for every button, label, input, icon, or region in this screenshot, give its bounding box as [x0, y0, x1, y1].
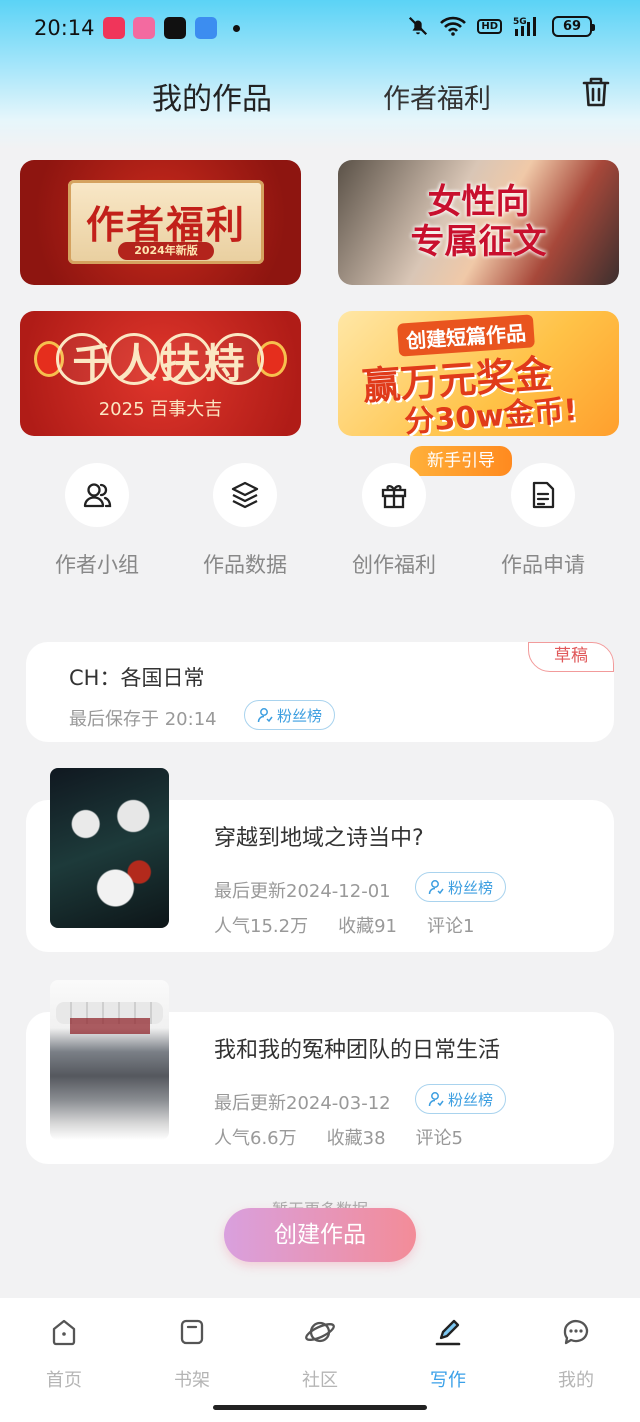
work-updated: 最后更新2024-12-01: [214, 881, 391, 902]
quick-action-circle: [511, 463, 575, 527]
banner-scroll-frame: 作者福利 2024年新版: [68, 180, 264, 264]
notification-dot-icon: [233, 25, 240, 32]
layers-icon: [231, 481, 259, 509]
quick-action-creation-welfare[interactable]: 创作福利: [334, 463, 454, 579]
draft-saved-time: 最后保存于 20:14: [69, 709, 217, 730]
mute-bell-icon: [409, 16, 428, 36]
fan-ranking-label: 粉丝榜: [448, 1090, 494, 1109]
signal-5g-icon: 5G: [513, 17, 536, 36]
work-title: 我和我的冤种团队的日常生活: [214, 1038, 501, 1063]
draft-badge: 草稿: [528, 642, 614, 672]
nav-label: 写作: [430, 1370, 466, 1391]
tab-my-works[interactable]: 我的作品: [152, 74, 272, 118]
banner-line2: 专属征文: [410, 222, 547, 262]
hd-indicator: HD: [477, 18, 502, 34]
chat-bubble-icon: [563, 1319, 589, 1345]
work-cover-image[interactable]: [50, 768, 169, 928]
user-icon: [428, 880, 444, 895]
nav-home[interactable]: 首页: [0, 1316, 128, 1392]
banner-subtitle: 2025 百事大吉: [98, 399, 223, 420]
banner-author-welfare[interactable]: 作者福利 2024年新版: [20, 160, 301, 285]
fan-ranking-button[interactable]: 粉丝榜: [244, 700, 336, 730]
fan-ranking-label: 粉丝榜: [448, 878, 494, 897]
work-favorites: 收藏91: [338, 916, 397, 937]
home-indicator[interactable]: [213, 1405, 427, 1410]
quick-action-author-group[interactable]: 作者小组: [37, 463, 157, 579]
banner-short-story-prize[interactable]: 创建短篇作品 赢万元奖金 分30w金币!: [338, 311, 619, 436]
draft-title: CH：各国日常: [69, 666, 205, 690]
home-icon: [52, 1319, 76, 1346]
trash-icon[interactable]: [578, 74, 614, 110]
work-popularity: 人气15.2万: [214, 916, 309, 937]
nav-label: 我的: [558, 1370, 594, 1391]
document-icon: [532, 481, 555, 509]
nav-label: 首页: [46, 1370, 82, 1391]
quick-action-label: 作品申请: [501, 553, 585, 577]
quick-action-work-apply[interactable]: 作品申请: [483, 463, 603, 579]
work-comments: 评论5: [415, 1128, 463, 1149]
bilibili-app-icon: [133, 17, 155, 39]
user-icon: [428, 1092, 444, 1107]
quick-action-circle: [65, 463, 129, 527]
quick-action-work-data[interactable]: 作品数据: [185, 463, 305, 579]
draft-card[interactable]: CH：各国日常 最后保存于 20:14 粉丝榜 草稿: [26, 642, 614, 742]
nav-community[interactable]: 社区: [256, 1316, 384, 1392]
quick-action-circle: [362, 463, 426, 527]
tab-author-welfare[interactable]: 作者福利: [383, 77, 491, 116]
quick-action-circle: [213, 463, 277, 527]
create-work-button[interactable]: 创建作品: [224, 1208, 416, 1262]
status-time: 20:14: [34, 16, 95, 40]
banner-subtitle: 2024年新版: [118, 242, 214, 260]
user-icon: [257, 708, 273, 723]
wifi-icon: [440, 16, 467, 36]
tiktok-app-icon: [164, 17, 186, 39]
work-updated: 最后更新2024-03-12: [214, 1093, 391, 1114]
quick-action-label: 创作福利: [352, 553, 436, 577]
svg-text:5G: 5G: [513, 17, 527, 27]
nav-label: 社区: [302, 1370, 338, 1391]
work-stats: 人气6.6万 收藏38 评论5: [214, 1124, 463, 1150]
banner-thousand-support[interactable]: 千人扶持 2025 百事大吉: [20, 311, 301, 436]
bookshelf-icon: [180, 1319, 204, 1345]
battery-indicator: 69: [552, 15, 595, 37]
gift-icon: [381, 484, 407, 509]
work-favorites: 收藏38: [326, 1128, 386, 1149]
fan-ranking-button[interactable]: 粉丝榜: [415, 1084, 507, 1114]
fan-ranking-label: 粉丝榜: [277, 706, 323, 725]
work-title: 穿越到地域之诗当中?: [214, 826, 424, 851]
nav-me[interactable]: 我的: [512, 1316, 640, 1392]
work-comments: 评论1: [426, 916, 475, 937]
banner-line1: 女性向: [427, 182, 530, 222]
quick-action-label: 作品数据: [203, 553, 287, 577]
pen-icon: [435, 1319, 461, 1346]
nav-bookshelf[interactable]: 书架: [128, 1316, 256, 1392]
work-stats: 人气15.2万 收藏91 评论1: [214, 912, 474, 938]
work-popularity: 人气6.6万: [214, 1128, 297, 1149]
browser-app-icon: [195, 17, 217, 39]
banner-title: 女性向 专属征文: [338, 182, 619, 262]
bottom-navigation: 首页 书架 社区 写作 我的: [0, 1298, 640, 1422]
status-bar: 20:14 HD 5G 69: [0, 0, 640, 58]
nav-label: 书架: [174, 1370, 210, 1391]
quick-action-label: 作者小组: [55, 553, 139, 577]
work-cover-image[interactable]: [50, 980, 169, 1140]
banner-female-contest[interactable]: 女性向 专属征文: [338, 160, 619, 285]
banner-title: 千人扶持: [72, 341, 249, 387]
group-icon: [83, 483, 112, 508]
planet-icon: [305, 1321, 335, 1343]
nav-write[interactable]: 写作: [384, 1316, 512, 1392]
fan-ranking-button[interactable]: 粉丝榜: [415, 872, 507, 902]
music-app-icon: [103, 17, 125, 39]
banner-title: 作者福利: [85, 203, 246, 247]
